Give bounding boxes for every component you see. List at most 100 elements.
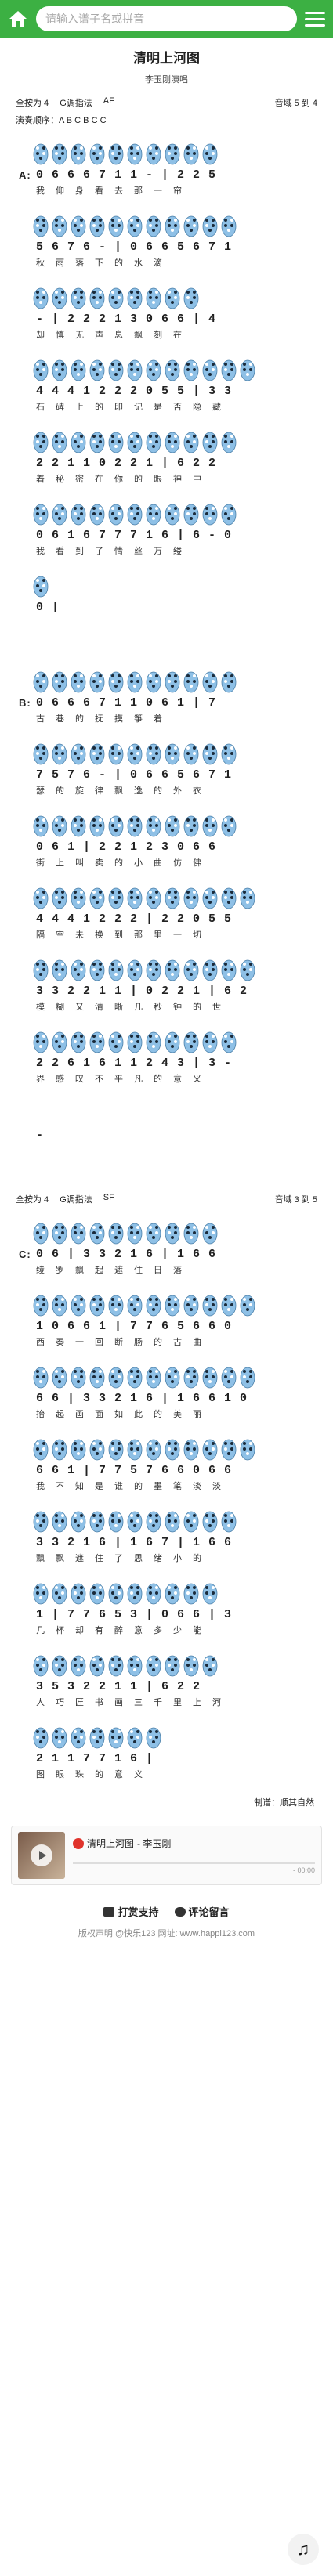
ocarina-fingering-icon [52,814,67,837]
notation-line: 1 0 6 6 1 | 7 7 6 5 6 6 0 [16,1317,317,1335]
chat-icon [174,1906,186,1917]
ocarina-fingering-icon [52,1437,67,1461]
fingering-diagrams [16,1282,317,1317]
ocarina-fingering-icon [127,1293,143,1317]
ocarina-fingering-icon [146,1030,161,1053]
ocarina-fingering-icon [89,1221,105,1245]
notes-text: 6 6 1 | 7 7 5 7 6 6 0 6 6 [36,1463,233,1477]
ocarina-fingering-icon [33,430,49,453]
ocarina-fingering-icon [52,430,67,453]
ocarina-fingering-icon [240,1365,255,1389]
section-b-row: 3 3 2 2 1 1 | 0 2 2 1 | 6 2 模糊又清晰几秒钟的世 [16,947,317,1014]
ocarina-fingering-icon [33,1509,49,1533]
ocarina-fingering-icon [71,670,86,693]
ocarina-fingering-icon [221,358,237,381]
fingering-diagrams [16,203,317,237]
ocarina-fingering-icon [108,502,124,526]
player-title: 清明上河图 [87,1838,135,1849]
ocarina-fingering-icon [183,142,199,165]
ocarina-fingering-icon [221,1509,237,1533]
ocarina-fingering-icon [52,1653,67,1677]
notes-text: 4 4 4 1 2 2 2 0 5 5 | 3 3 [36,384,233,398]
ocarina-fingering-icon [202,430,218,453]
section-c-row: 1 0 6 6 1 | 7 7 6 5 6 6 0 西奏一回断肠的古曲 [16,1282,317,1349]
section-a-row: 4 4 4 1 2 2 2 0 5 5 | 3 3 石碑上的印记是否隐藏 [16,347,317,414]
support-bar: 打赏支持 评论留言 [0,1904,333,1919]
ocarina-fingering-icon [127,670,143,693]
notation-line: 2 2 6 1 6 1 1 2 4 3 | 3 - [16,1053,317,1072]
ocarina-fingering-icon [52,214,67,237]
notation-line: - [16,1125,317,1144]
ocarina-fingering-icon [146,1725,161,1749]
album-cover[interactable] [18,1832,65,1879]
comment-button[interactable]: 评论留言 [174,1904,230,1919]
ocarina-fingering-icon [108,358,124,381]
audio-player: 清明上河图 - 李玉刚 - 00:00 [11,1826,322,1885]
notation-line: 0 6 1 | 2 2 1 2 3 0 6 6 [16,837,317,856]
ocarina-fingering-icon [52,1509,67,1533]
notes-text: 0 6 6 6 7 1 1 0 6 1 | 7 [36,695,217,710]
music-note-icon[interactable]: ♫ [288,2534,319,2565]
ocarina-fingering-icon [183,814,199,837]
fingering-diagrams [16,803,317,837]
ocarina-fingering-icon [108,1725,124,1749]
section-label: B: [19,696,31,709]
menu-icon[interactable] [305,9,325,29]
notation-line: - | 2 2 2 1 3 0 6 6 | 4 [16,309,317,328]
ocarina-fingering-icon [202,670,218,693]
donate-button[interactable]: 打赏支持 [103,1904,159,1919]
ocarina-fingering-icon [240,958,255,981]
key-info: 全按为 4 G调指法 AF 音域 5 到 4 [16,96,317,109]
notes-text: 5 6 7 6 - | 0 6 6 5 6 7 1 [36,240,233,254]
notation-line: A: 0 6 6 6 7 1 1 - | 2 2 5 [16,165,317,184]
ocarina-fingering-icon [52,502,67,526]
lyrics-line: 绫罗飘起遮住日落 [36,1266,193,1275]
ocarina-fingering-icon [221,1437,237,1461]
ocarina-fingering-icon [89,214,105,237]
comment-label: 评论留言 [188,1906,230,1918]
play-icon[interactable] [31,1844,52,1866]
ocarina-fingering-icon [127,430,143,453]
ocarina-fingering-icon [165,1221,180,1245]
ocarina-fingering-icon [183,502,199,526]
ocarina-fingering-icon [202,214,218,237]
ocarina-fingering-icon [71,1581,86,1605]
notes-text: 2 1 1 7 7 1 6 | [36,1751,154,1765]
ocarina-fingering-icon [52,358,67,381]
fingering-diagrams [16,1210,317,1245]
ocarina-fingering-icon [165,742,180,765]
search-input[interactable] [45,13,288,25]
section-label: C: [19,1248,31,1260]
ocarina-fingering-icon [71,1437,86,1461]
ocarina-fingering-icon [165,1653,180,1677]
ocarina-fingering-icon [202,1365,218,1389]
ocarina-fingering-icon [108,886,124,909]
lyrics-line: 几杯却有醉意多少能 [36,1626,212,1635]
notation-line: 5 6 7 6 - | 0 6 6 5 6 7 1 [16,237,317,256]
progress-bar[interactable] [73,1862,315,1864]
ocarina-fingering-icon [33,1030,49,1053]
home-icon[interactable] [8,9,28,29]
section-a-row: 0 | [16,563,317,630]
key-left: 全按为 4 [16,99,49,108]
ocarina-fingering-icon [146,1221,161,1245]
notes-text: 3 5 3 2 2 1 1 | 6 2 2 [36,1679,201,1693]
ocarina-fingering-icon [71,142,86,165]
ocarina-fingering-icon [108,214,124,237]
ocarina-fingering-icon [221,670,237,693]
ocarina-fingering-icon [165,1293,180,1317]
lyrics-line [16,1144,317,1158]
notation-line: 3 3 2 1 6 | 1 6 7 | 1 6 6 [16,1533,317,1552]
section-b-row: 0 6 1 | 2 2 1 2 3 0 6 6 街上叫卖的小曲仿佛 [16,803,317,870]
ocarina-fingering-icon [89,886,105,909]
ocarina-fingering-icon [33,214,49,237]
ocarina-fingering-icon [146,1365,161,1389]
ocarina-fingering-icon [221,214,237,237]
ocarina-fingering-icon [165,214,180,237]
top-bar [0,0,333,38]
ocarina-fingering-icon [89,1437,105,1461]
ocarina-fingering-icon [108,286,124,309]
search-box[interactable] [36,6,297,31]
ocarina-fingering-icon [71,358,86,381]
ocarina-fingering-icon [202,886,218,909]
